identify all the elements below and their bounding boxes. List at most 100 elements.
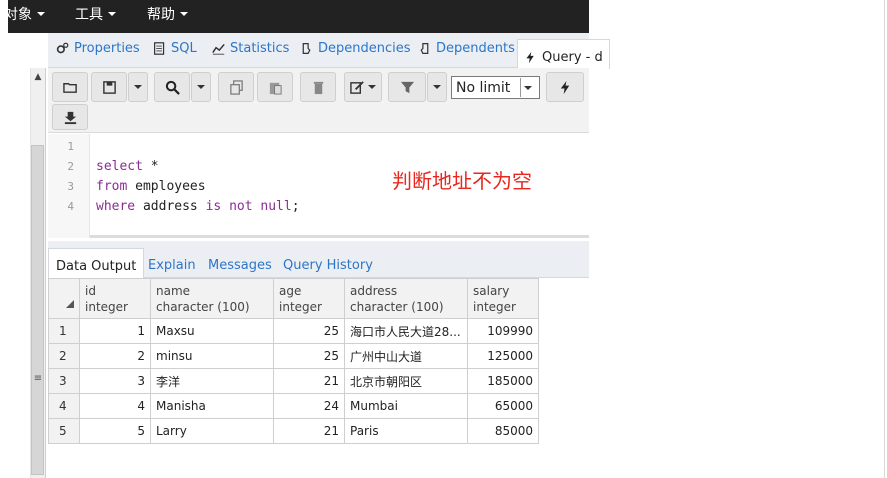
- cell-id[interactable]: 1: [79, 318, 151, 344]
- chevron-down-icon: [197, 85, 205, 89]
- tab-dependencies[interactable]: Dependencies: [300, 41, 411, 56]
- edit-icon: [350, 80, 364, 94]
- code-line-2[interactable]: select *: [96, 159, 159, 174]
- column-header-age[interactable]: age integer: [273, 278, 345, 319]
- sql-text: ;: [291, 199, 300, 214]
- cell-id[interactable]: 2: [79, 343, 151, 369]
- tab-sql-label: SQL: [171, 41, 197, 56]
- menu-object[interactable]: 对象: [4, 4, 45, 24]
- save-button[interactable]: [91, 72, 127, 102]
- column-name: name: [156, 283, 191, 298]
- trash-icon: [313, 81, 323, 94]
- cell-age[interactable]: 21: [273, 368, 345, 394]
- table-row[interactable]: 2 2 minsu 25 广州中山大道 125000: [48, 343, 539, 369]
- edit-button[interactable]: [344, 72, 382, 102]
- cell-id[interactable]: 5: [79, 418, 151, 444]
- scroll-up-arrow-icon[interactable]: ▲: [30, 68, 46, 86]
- sql-keyword: is not null: [205, 199, 292, 214]
- tab-properties[interactable]: Properties: [56, 41, 140, 56]
- cell-salary[interactable]: 65000: [467, 393, 539, 419]
- tab-dependencies-label: Dependencies: [318, 41, 411, 56]
- tab-query[interactable]: Query - d: [517, 39, 610, 69]
- table-row[interactable]: 3 3 李洋 21 北京市朝阳区 185000: [48, 368, 539, 394]
- download-icon: [64, 111, 76, 124]
- cell-age[interactable]: 25: [273, 343, 345, 369]
- cell-address[interactable]: Mumbai: [344, 393, 468, 419]
- cell-salary[interactable]: 85000: [467, 418, 539, 444]
- copy-button[interactable]: [218, 72, 254, 102]
- code-line-4[interactable]: where address is not null;: [96, 199, 300, 214]
- row-number[interactable]: 3: [48, 368, 80, 394]
- table-header-row: id integer name character (100) age integer…: [48, 278, 539, 319]
- column-header-address[interactable]: address character (100): [344, 278, 468, 319]
- filter-options-button[interactable]: [427, 72, 447, 102]
- find-options-button[interactable]: [191, 72, 211, 102]
- chevron-down-icon: [37, 12, 45, 16]
- menu-help[interactable]: 帮助: [147, 4, 188, 24]
- line-number: 4: [67, 200, 74, 213]
- cell-address[interactable]: 北京市朝阳区: [344, 368, 468, 394]
- menu-object-label: 对象: [4, 7, 32, 23]
- menu-tools[interactable]: 工具: [75, 4, 116, 24]
- tab-explain[interactable]: Explain: [148, 258, 196, 273]
- row-limit-select[interactable]: No limit: [451, 76, 540, 99]
- paste-button[interactable]: [257, 72, 293, 102]
- tab-data-output[interactable]: Data Output: [48, 248, 145, 279]
- cell-address[interactable]: 海口市人民大道28...: [344, 318, 468, 344]
- table-row[interactable]: 5 5 Larry 21 Paris 85000: [48, 418, 539, 444]
- tab-sql[interactable]: SQL: [153, 41, 197, 56]
- dependents-icon: [420, 43, 429, 54]
- tab-messages[interactable]: Messages: [208, 258, 272, 273]
- table-row[interactable]: 1 1 Maxsu 25 海口市人民大道28... 109990: [48, 318, 539, 344]
- statistics-icon: [212, 43, 225, 55]
- cell-name[interactable]: Maxsu: [150, 318, 274, 344]
- execute-button[interactable]: [546, 72, 584, 102]
- cell-id[interactable]: 3: [79, 368, 151, 394]
- chevron-down-icon: [180, 12, 188, 16]
- column-header-name[interactable]: name character (100): [150, 278, 274, 319]
- cell-address[interactable]: 广州中山大道: [344, 343, 468, 369]
- chevron-down-icon: [134, 85, 142, 89]
- sql-text: employees: [127, 179, 206, 194]
- scrollbar-thumb[interactable]: [31, 145, 44, 475]
- cell-salary[interactable]: 185000: [467, 368, 539, 394]
- chevron-down-icon: [520, 78, 535, 97]
- cell-salary[interactable]: 125000: [467, 343, 539, 369]
- row-number[interactable]: 5: [48, 418, 80, 444]
- row-number[interactable]: 4: [48, 393, 80, 419]
- tab-dependents[interactable]: Dependents: [418, 41, 515, 56]
- column-header-salary[interactable]: salary integer: [467, 278, 539, 319]
- code-line-3[interactable]: from employees: [96, 179, 206, 194]
- save-options-button[interactable]: [128, 72, 148, 102]
- tab-query-history[interactable]: Query History: [283, 258, 373, 273]
- delete-button[interactable]: [300, 72, 336, 102]
- row-number[interactable]: 2: [48, 343, 80, 369]
- copy-icon: [229, 79, 243, 95]
- cell-name[interactable]: minsu: [150, 343, 274, 369]
- column-name: id: [85, 283, 96, 298]
- sql-icon: [154, 42, 165, 55]
- object-tabs: Properties SQL Statistics Dependencies D…: [48, 33, 610, 69]
- select-all-corner[interactable]: [48, 278, 80, 319]
- cell-name[interactable]: 李洋: [150, 368, 274, 394]
- find-button[interactable]: [154, 72, 190, 102]
- sort-corner-icon: [66, 299, 74, 308]
- cell-age[interactable]: 25: [273, 318, 345, 344]
- cell-address[interactable]: Paris: [344, 418, 468, 444]
- filter-button[interactable]: [388, 72, 426, 102]
- column-header-id[interactable]: id integer: [79, 278, 151, 319]
- table-row[interactable]: 4 4 Manisha 24 Mumbai 65000: [48, 393, 539, 419]
- open-file-button[interactable]: [52, 72, 88, 102]
- cell-name[interactable]: Larry: [150, 418, 274, 444]
- cell-age[interactable]: 21: [273, 418, 345, 444]
- cell-id[interactable]: 4: [79, 393, 151, 419]
- cell-salary[interactable]: 109990: [467, 318, 539, 344]
- cell-name[interactable]: Manisha: [150, 393, 274, 419]
- sql-keyword: from: [96, 179, 128, 194]
- splitter-handle-icon[interactable]: ≡: [30, 371, 46, 385]
- cell-age[interactable]: 24: [273, 393, 345, 419]
- lightning-icon: [560, 80, 569, 94]
- row-number[interactable]: 1: [48, 318, 80, 344]
- download-button[interactable]: [52, 104, 88, 130]
- tab-statistics[interactable]: Statistics: [212, 41, 289, 56]
